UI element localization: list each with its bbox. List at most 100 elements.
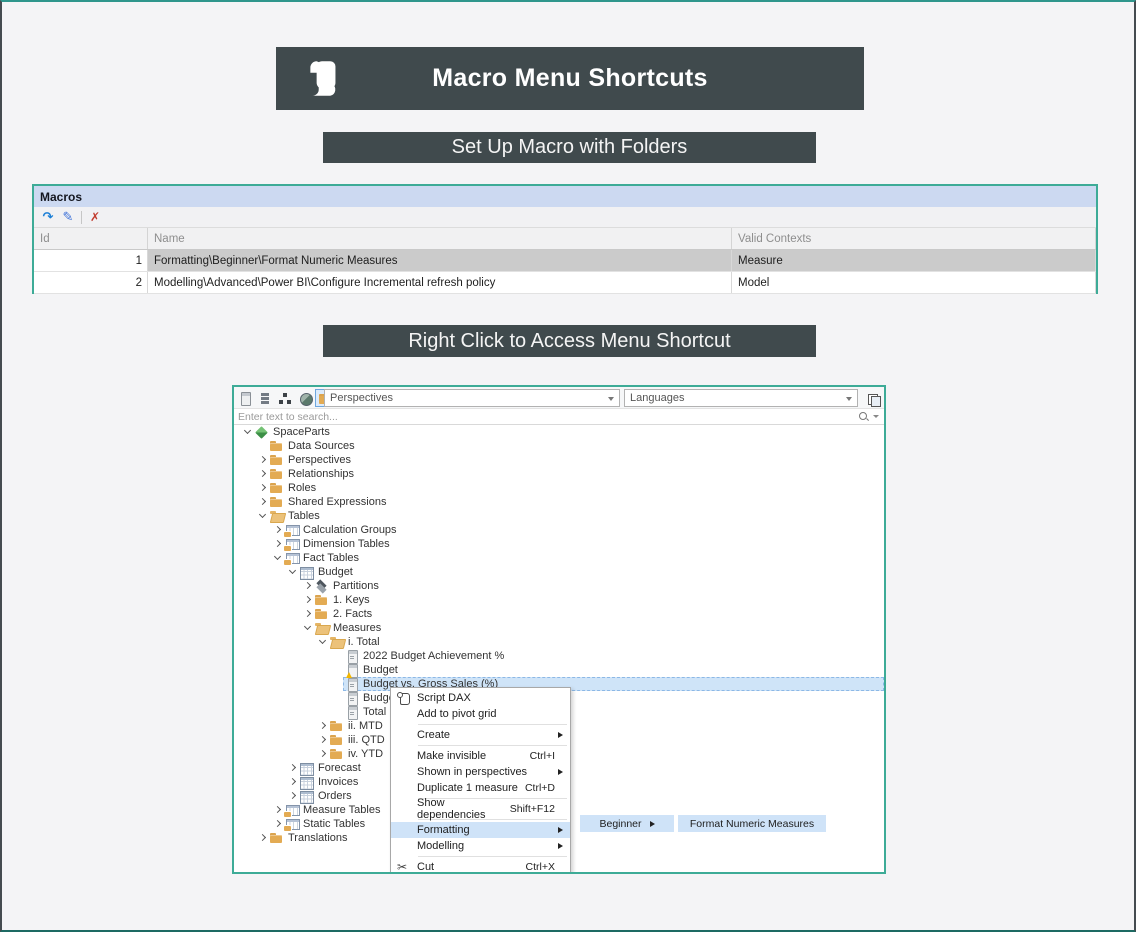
tree-item[interactable]: Calculation Groups	[234, 523, 884, 537]
expander-icon[interactable]	[332, 663, 343, 677]
open-folder-icon	[314, 622, 330, 635]
tree-item[interactable]: Budget	[234, 663, 884, 677]
submenu-arrow-icon	[650, 821, 655, 827]
open-folder-icon	[329, 636, 345, 649]
cell-name: Formatting\Beginner\Format Numeric Measu…	[148, 250, 732, 271]
context-menu-item[interactable]: Script DAX	[391, 690, 570, 706]
tree-item[interactable]: Partitions	[234, 579, 884, 593]
cell-id: 1	[34, 250, 148, 271]
folder-icon	[329, 734, 345, 747]
toolbar-divider[interactable]	[81, 211, 82, 224]
tree-item[interactable]: Data Sources	[234, 439, 884, 453]
tree-item[interactable]: Relationships	[234, 467, 884, 481]
tree-item[interactable]: SpaceParts	[234, 425, 884, 439]
column-header-id[interactable]: Id	[34, 228, 148, 249]
chevron-down-icon[interactable]	[873, 415, 879, 418]
expander-icon[interactable]	[257, 467, 268, 481]
tree-item-label: Data Sources	[288, 439, 359, 453]
expander-icon[interactable]	[287, 565, 298, 579]
perspectives-dropdown[interactable]: Perspectives	[324, 389, 620, 407]
search-icon[interactable]	[857, 411, 871, 423]
context-menu-item[interactable]	[418, 745, 567, 746]
tree-item[interactable]: Budget	[234, 565, 884, 579]
expander-icon[interactable]	[272, 523, 283, 537]
tree-item-label: Translations	[288, 831, 352, 845]
tree-item-label: Dimension Tables	[303, 537, 394, 551]
expander-icon[interactable]	[272, 803, 283, 817]
column-header-valid-contexts[interactable]: Valid Contexts	[732, 228, 1096, 249]
languages-dropdown[interactable]: Languages	[624, 389, 858, 407]
tree-item[interactable]: 2. Facts	[234, 607, 884, 621]
macro-table-row[interactable]: 1 Formatting\Beginner\Format Numeric Mea…	[34, 250, 1096, 272]
tree-item-label: Fact Tables	[303, 551, 363, 565]
context-menu-item[interactable]: Shown in perspectives	[391, 764, 570, 780]
expander-icon[interactable]	[257, 495, 268, 509]
tree-item[interactable]: Dimension Tables	[234, 537, 884, 551]
expander-icon[interactable]	[272, 551, 283, 565]
submenu-item-beginner[interactable]: Beginner	[580, 815, 674, 832]
context-menu-item[interactable]	[418, 724, 567, 725]
expander-icon[interactable]	[287, 761, 298, 775]
expander-icon[interactable]	[302, 593, 313, 607]
tree-item[interactable]: Fact Tables	[234, 551, 884, 565]
expander-icon[interactable]	[257, 439, 268, 453]
tree-item-label: Static Tables	[303, 817, 369, 831]
measure-view-icon[interactable]	[235, 389, 254, 407]
tree-item[interactable]: Measures	[234, 621, 884, 635]
submenu-arrow-icon	[555, 822, 563, 838]
expander-icon[interactable]	[332, 691, 343, 705]
submenu-arrow-icon	[555, 764, 563, 780]
tree-item[interactable]: Perspectives	[234, 453, 884, 467]
menu-item-label: Shown in perspectives	[417, 766, 555, 778]
expander-icon[interactable]	[257, 453, 268, 467]
expander-icon[interactable]	[317, 719, 328, 733]
table-group-icon	[284, 804, 300, 817]
menu-item-label: Script DAX	[417, 692, 555, 704]
expander-icon[interactable]	[287, 775, 298, 789]
expander-icon[interactable]	[257, 831, 268, 845]
submenu-item-format-numeric-measures[interactable]: Format Numeric Measures	[678, 815, 826, 832]
edit-macro-icon[interactable]: ✎	[58, 208, 78, 226]
tree-item[interactable]: Shared Expressions	[234, 495, 884, 509]
expander-icon[interactable]	[257, 481, 268, 495]
expander-icon[interactable]	[302, 621, 313, 635]
expander-icon[interactable]	[272, 817, 283, 831]
expander-icon[interactable]	[332, 649, 343, 663]
expander-icon[interactable]	[302, 607, 313, 621]
expander-icon[interactable]	[317, 733, 328, 747]
expander-icon[interactable]	[332, 705, 343, 719]
folder-icon	[269, 832, 285, 845]
translations-view-icon[interactable]	[295, 389, 314, 407]
expander-icon[interactable]	[272, 537, 283, 551]
expander-icon[interactable]	[257, 509, 268, 523]
expander-icon[interactable]	[317, 747, 328, 761]
run-macro-icon[interactable]: ↷	[38, 208, 58, 226]
tree-item-label: Measures	[333, 621, 385, 635]
tree-item[interactable]: i. Total	[234, 635, 884, 649]
tree-item[interactable]: 2022 Budget Achievement %	[234, 649, 884, 663]
tree-item[interactable]: 1. Keys	[234, 593, 884, 607]
database-view-icon[interactable]	[255, 389, 274, 407]
tree-item[interactable]: Roles	[234, 481, 884, 495]
tree-item-label: 1. Keys	[333, 593, 374, 607]
expander-icon[interactable]	[332, 677, 343, 691]
expander-icon[interactable]	[287, 789, 298, 803]
expander-icon[interactable]	[242, 425, 253, 439]
folder-icon	[269, 496, 285, 509]
partitions-icon	[314, 580, 330, 593]
delete-macro-icon[interactable]: ✗	[85, 208, 105, 226]
menu-item-shortcut: Ctrl+X	[526, 861, 555, 873]
column-header-name[interactable]: Name	[148, 228, 732, 249]
book-stack-icon[interactable]	[863, 389, 882, 407]
macro-table-row[interactable]: 2 Modelling\Advanced\Power BI\Configure …	[34, 272, 1096, 294]
hierarchy-view-icon[interactable]	[275, 389, 294, 407]
table-group-icon	[284, 524, 300, 537]
expander-icon[interactable]	[302, 579, 313, 593]
tree-item[interactable]: Tables	[234, 509, 884, 523]
folder-icon	[269, 482, 285, 495]
macros-panel: Macros ↷ ✎ ✗ Id Name Valid Contexts 1 Fo…	[32, 184, 1098, 294]
tree-item-label: iv. YTD	[348, 747, 387, 761]
expander-icon[interactable]	[317, 635, 328, 649]
search-input[interactable]	[234, 411, 857, 423]
context-menu-item[interactable]	[418, 856, 567, 857]
